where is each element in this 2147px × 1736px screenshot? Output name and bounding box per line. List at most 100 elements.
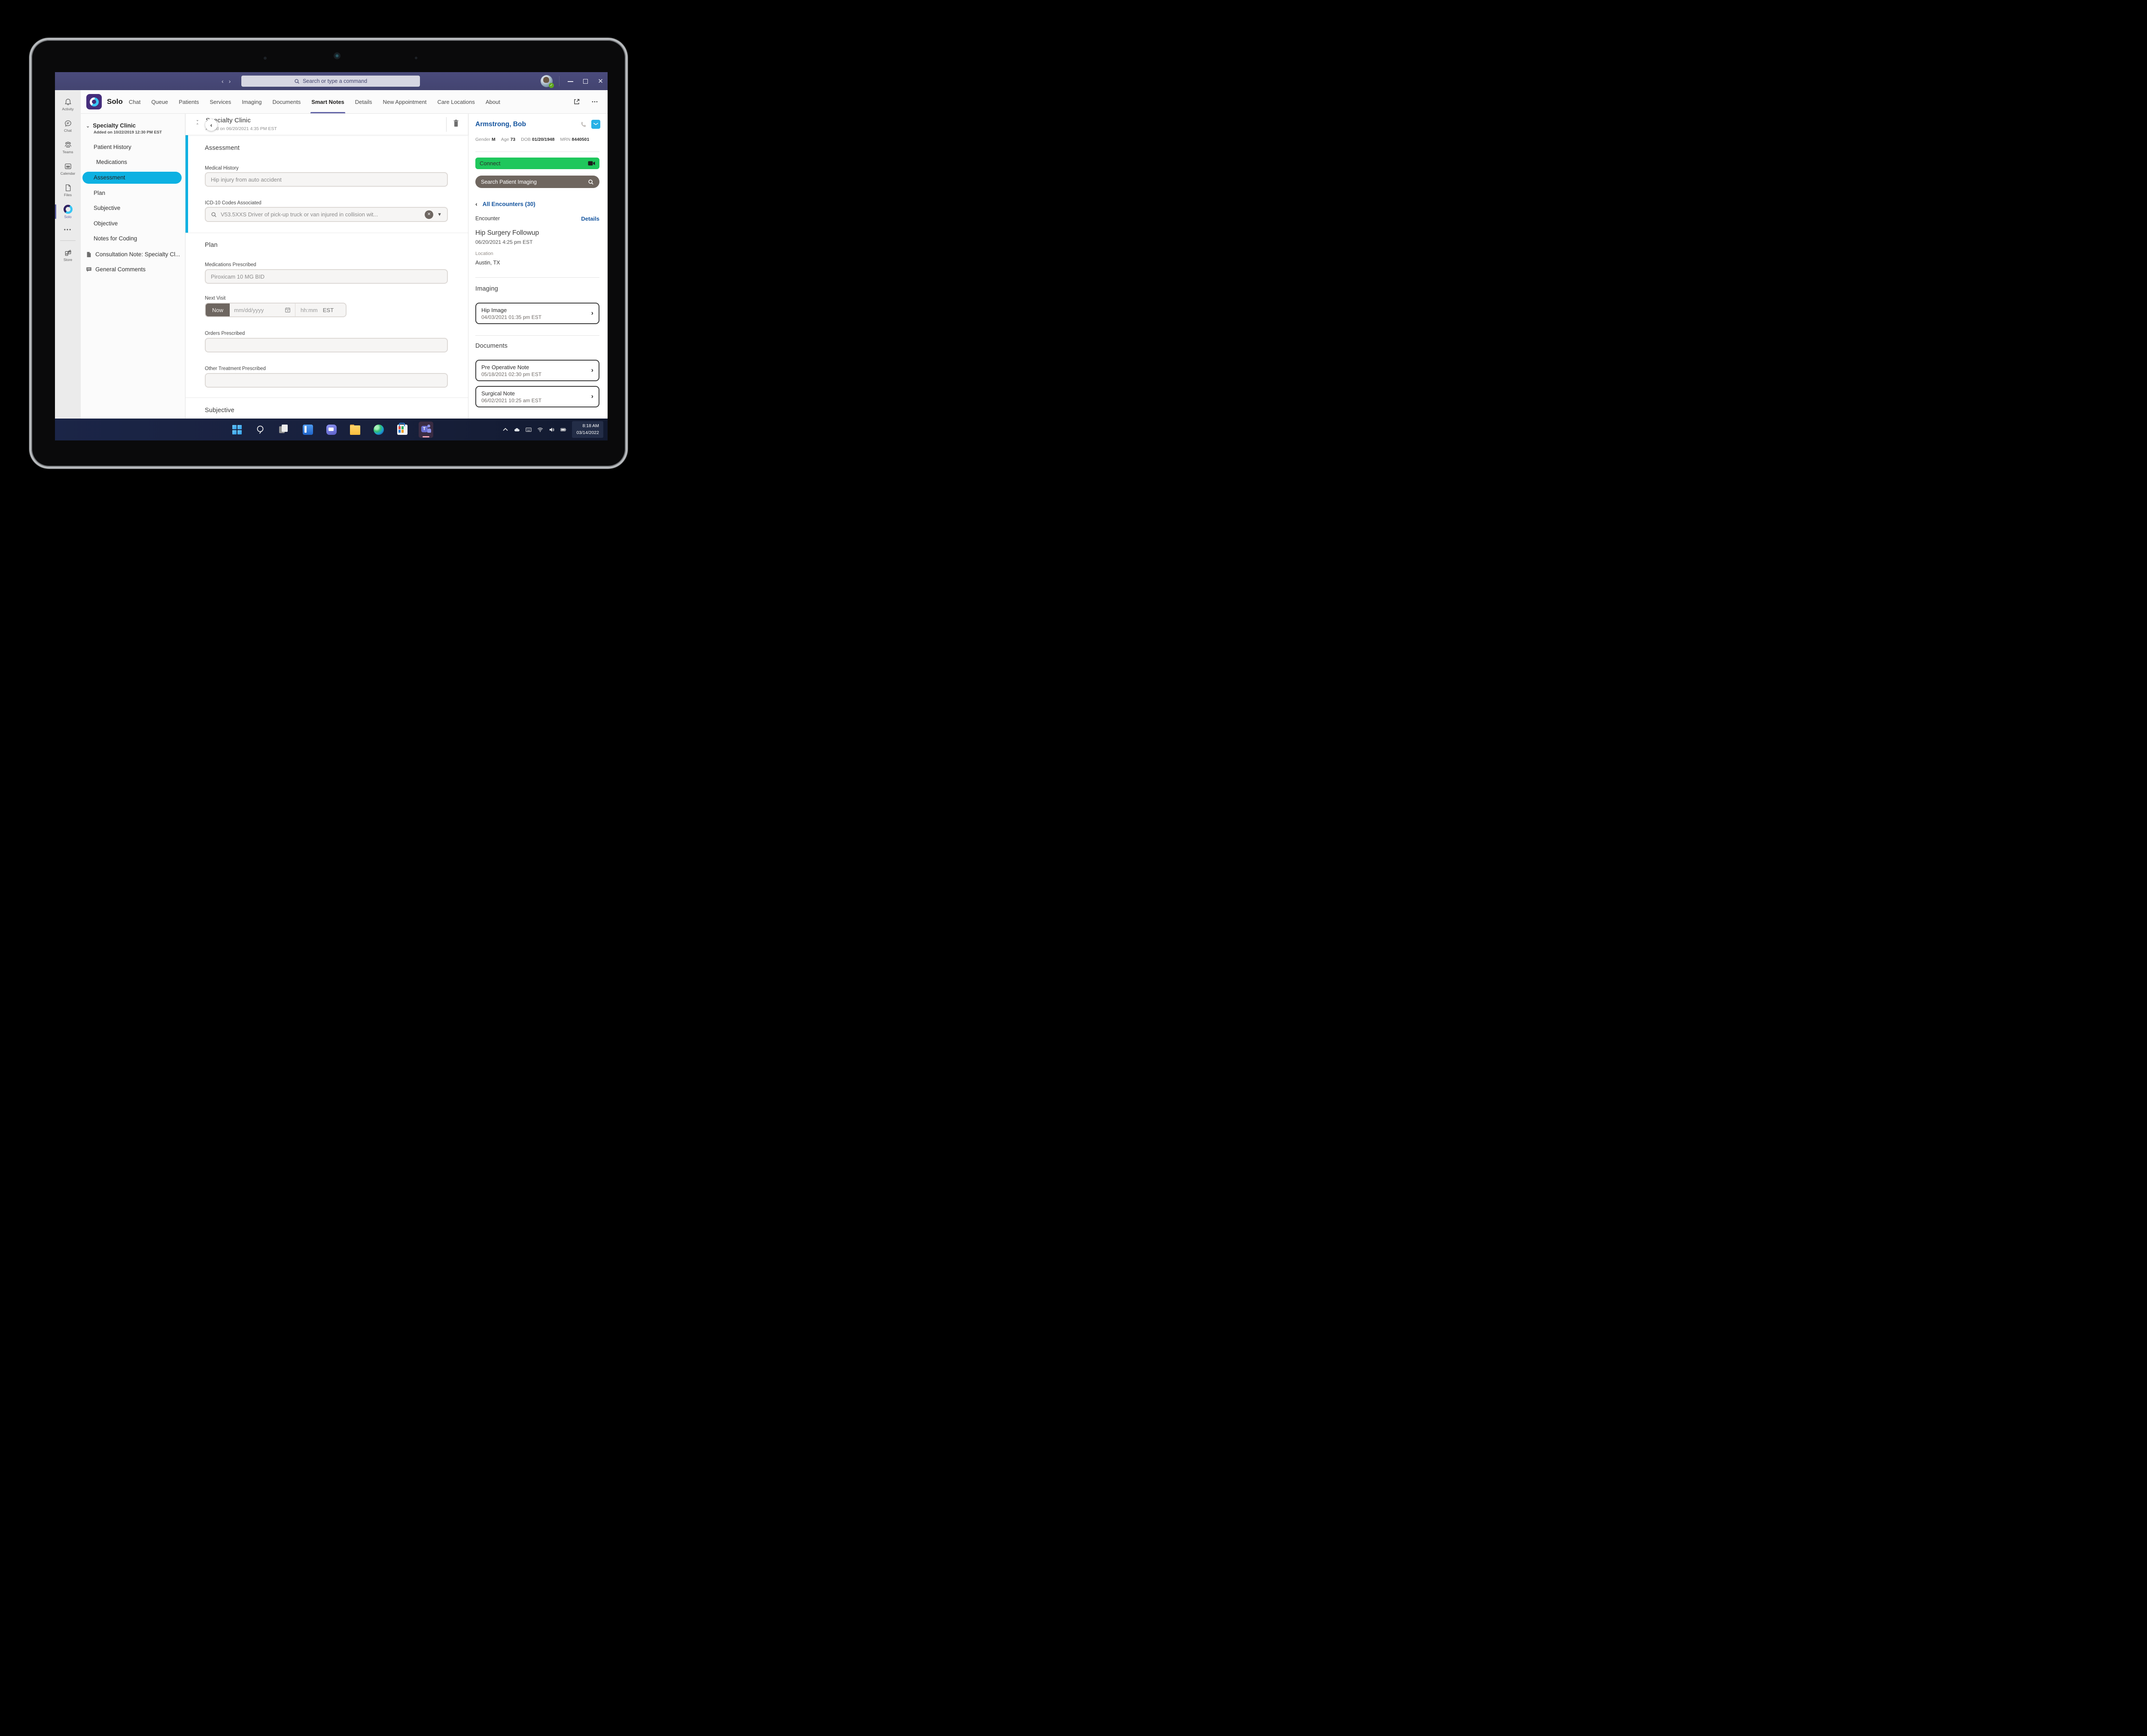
section-item-plan[interactable]: Plan xyxy=(94,190,185,196)
rail-item-files[interactable]: Files xyxy=(55,179,81,201)
tab-queue[interactable]: Queue xyxy=(151,90,168,113)
taskbar-search-button[interactable] xyxy=(253,422,268,438)
search-icon xyxy=(211,212,216,217)
search-patient-imaging-button[interactable]: Search Patient Imaging xyxy=(475,176,599,188)
solo-app-logo xyxy=(86,94,102,109)
icd-dropdown-icon[interactable]: ▼ xyxy=(437,212,442,217)
chat-button[interactable] xyxy=(324,422,339,438)
minimize-button[interactable] xyxy=(568,79,573,84)
calendar-icon xyxy=(285,307,290,313)
patient-panel: Armstrong, Bob Gender M Age 73 DOB 01/20/19… xyxy=(468,114,608,419)
search-icon xyxy=(588,179,593,185)
tab-care-locations[interactable]: Care Locations xyxy=(437,90,474,113)
rail-item-calendar[interactable]: Calendar xyxy=(55,158,81,179)
store-button[interactable] xyxy=(395,422,410,438)
section-item-assessment-active[interactable]: Assessment xyxy=(82,172,182,184)
mail-button[interactable] xyxy=(591,120,600,129)
section-item-medications[interactable]: Medications xyxy=(96,159,185,165)
tab-imaging[interactable]: Imaging xyxy=(242,90,262,113)
now-button[interactable]: Now xyxy=(206,303,230,316)
consultation-note-item[interactable]: Consultation Note: Specialty Cl... xyxy=(86,251,185,258)
connect-button[interactable]: Connect xyxy=(475,158,599,169)
mail-icon xyxy=(593,123,599,125)
start-button[interactable] xyxy=(230,422,244,438)
phone-icon[interactable] xyxy=(580,121,588,128)
all-encounters-link[interactable]: ‹ All Encounters (30) xyxy=(475,200,535,207)
orders-prescribed-input[interactable] xyxy=(205,338,448,352)
rail-item-chat[interactable]: Chat xyxy=(55,115,81,137)
comment-icon xyxy=(86,267,91,272)
chevron-right-icon: › xyxy=(591,367,593,374)
forward-icon[interactable]: › xyxy=(229,78,231,85)
task-view-button[interactable] xyxy=(277,422,292,438)
delete-note-icon[interactable] xyxy=(453,119,459,127)
back-icon[interactable]: ‹ xyxy=(222,78,224,85)
video-camera-icon xyxy=(588,161,595,166)
user-avatar[interactable] xyxy=(541,75,554,88)
clear-icd-icon[interactable]: ✕ xyxy=(425,210,434,219)
popout-icon[interactable] xyxy=(573,98,580,105)
touch-keyboard-icon[interactable] xyxy=(526,427,532,433)
medical-history-input[interactable]: Hip injury from auto accident xyxy=(205,172,448,187)
chevron-left-icon: ‹ xyxy=(475,200,477,207)
tab-services[interactable]: Services xyxy=(210,90,231,113)
tab-about[interactable]: About xyxy=(486,90,500,113)
tab-smart-notes[interactable]: Smart Notes xyxy=(310,90,345,113)
stage: ‹ › Search or type a command ✕ Activity xyxy=(0,0,673,516)
command-search-input[interactable]: Search or type a command xyxy=(241,76,420,87)
note-editor: ⌄ ⌃ Specialty Clinic Added on 06/20/2021… xyxy=(186,114,468,419)
onedrive-cloud-icon[interactable] xyxy=(514,427,520,433)
tab-patients[interactable]: Patients xyxy=(179,90,199,113)
section-item-patient-history[interactable]: Patient History xyxy=(94,144,185,150)
next-visit-date-input[interactable]: mm/dd/yyyy xyxy=(230,303,295,316)
teams-titlebar: ‹ › Search or type a command ✕ xyxy=(55,72,608,90)
taskbar-clock[interactable]: 8:18 AM 03/14/2022 xyxy=(572,421,603,438)
collapse-panel-button[interactable]: ‹ xyxy=(205,119,217,131)
next-visit-time-input[interactable]: hh:mm EST xyxy=(295,303,346,316)
tab-chat[interactable]: Chat xyxy=(129,90,140,113)
active-section-indicator xyxy=(186,135,188,233)
maximize-button[interactable] xyxy=(583,79,588,84)
document-card-pre-operative-note[interactable]: Pre Operative Note 05/18/2021 02:30 pm E… xyxy=(475,360,599,381)
rail-item-store[interactable]: Store xyxy=(55,244,81,266)
teams-app-button[interactable]: T xyxy=(418,421,433,438)
more-options-icon[interactable] xyxy=(591,98,598,105)
scroll-down-icon[interactable]: ⌄ xyxy=(196,118,199,122)
file-icon xyxy=(65,184,70,191)
plan-heading: Plan xyxy=(205,242,218,249)
teams-left-rail: Activity Chat Teams Calendar Files Solo … xyxy=(55,90,81,419)
wifi-icon[interactable] xyxy=(537,427,543,433)
people-icon xyxy=(64,141,71,147)
icd-input[interactable]: V53.5XXS Driver of pick-up truck or van … xyxy=(205,207,448,222)
show-hidden-icons-chevron[interactable] xyxy=(502,427,508,433)
other-treatment-input[interactable] xyxy=(205,373,448,388)
rail-more-button[interactable]: ••• xyxy=(55,222,81,237)
documents-heading: Documents xyxy=(475,343,508,349)
tab-new-appointment[interactable]: New Appointment xyxy=(383,90,427,113)
widgets-button[interactable] xyxy=(301,422,315,438)
section-item-notes-for-coding[interactable]: Notes for Coding xyxy=(94,235,185,242)
note-tree-header[interactable]: ⌄ Specialty Clinic xyxy=(86,122,185,129)
file-explorer-button[interactable] xyxy=(348,422,362,438)
tab-documents[interactable]: Documents xyxy=(272,90,301,113)
details-link[interactable]: Details xyxy=(581,215,599,222)
section-item-objective[interactable]: Objective xyxy=(94,220,185,227)
rail-item-teams[interactable]: Teams xyxy=(55,137,81,158)
general-comments-item[interactable]: General Comments xyxy=(86,266,185,273)
rail-item-solo[interactable]: Solo xyxy=(55,201,81,222)
clock-time: 8:18 AM xyxy=(582,423,599,429)
volume-icon[interactable] xyxy=(549,427,555,433)
imaging-card-hip-image[interactable]: Hip Image 04/03/2021 01:35 pm EST › xyxy=(475,303,599,324)
document-card-surgical-note[interactable]: Surgical Note 06/02/2021 10:25 am EST › xyxy=(475,386,599,407)
tab-details[interactable]: Details xyxy=(355,90,372,113)
rail-item-activity[interactable]: Activity xyxy=(55,94,81,115)
encounter-time: 06/20/2021 4:25 pm EST xyxy=(475,239,533,245)
note-editor-scroll[interactable]: Assessment Medical History Hip injury fr… xyxy=(186,135,468,419)
medications-prescribed-input[interactable]: Piroxicam 10 MG BID xyxy=(205,269,448,284)
edge-button[interactable] xyxy=(371,422,386,438)
close-button[interactable]: ✕ xyxy=(598,78,603,85)
section-item-subjective[interactable]: Subjective xyxy=(94,205,185,211)
subjective-heading: Subjective xyxy=(205,407,234,414)
scroll-up-icon[interactable]: ⌃ xyxy=(196,123,199,127)
battery-icon[interactable] xyxy=(560,427,566,433)
